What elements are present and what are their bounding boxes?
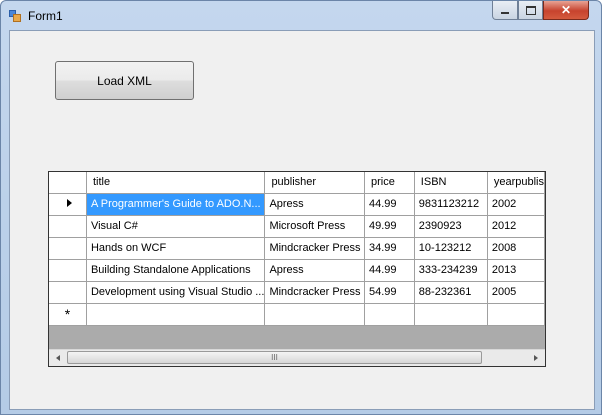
cell-title[interactable] [86, 303, 266, 326]
cell-isbn[interactable] [414, 303, 488, 326]
caption-buttons: ✕ [492, 1, 596, 21]
cell-title[interactable]: Hands on WCF [86, 237, 266, 260]
row-header[interactable] [49, 193, 87, 216]
cell-price[interactable] [364, 303, 415, 326]
cell-publisher[interactable] [264, 303, 365, 326]
column-header-price[interactable]: price [364, 172, 415, 194]
maximize-icon [525, 5, 536, 15]
cell-title[interactable]: Visual C# [86, 215, 266, 238]
maximize-button[interactable] [518, 1, 543, 20]
cell-title[interactable]: Development using Visual Studio ... [86, 281, 266, 304]
close-button[interactable]: ✕ [543, 1, 589, 20]
cell-title[interactable]: A Programmer's Guide to ADO.N... [86, 193, 266, 216]
row-header[interactable] [49, 259, 87, 282]
load-xml-button[interactable]: Load XML [55, 61, 194, 100]
cell-year[interactable] [487, 303, 545, 326]
scrollbar-thumb[interactable]: III [67, 351, 482, 364]
cell-year[interactable]: 2013 [487, 259, 545, 282]
row-header[interactable] [49, 215, 87, 238]
grid-table: title publisher price ISBN yearpublis A … [49, 172, 545, 326]
scroll-left-icon[interactable] [56, 355, 60, 361]
new-row-icon: * [64, 305, 71, 322]
cell-publisher[interactable]: Microsoft Press [264, 215, 365, 238]
cell-year[interactable]: 2008 [487, 237, 545, 260]
current-row-arrow-icon [66, 199, 72, 207]
cell-isbn[interactable]: 2390923 [414, 215, 488, 238]
cell-year[interactable]: 2005 [487, 281, 545, 304]
row-header[interactable] [49, 237, 87, 260]
cell-price[interactable]: 34.99 [364, 237, 415, 260]
cell-publisher[interactable]: Mindcracker Press [264, 281, 365, 304]
cell-price[interactable]: 44.99 [364, 193, 415, 216]
form1-window: Form1 ✕ Load XML title publisher price I… [0, 0, 602, 415]
row-header[interactable]: * [49, 303, 87, 326]
cell-title[interactable]: Building Standalone Applications [86, 259, 266, 282]
minimize-icon [501, 12, 509, 14]
cell-price[interactable]: 49.99 [364, 215, 415, 238]
cell-isbn[interactable]: 9831123212 [414, 193, 488, 216]
table-row[interactable]: Hands on WCF Mindcracker Press 34.99 10-… [49, 237, 545, 260]
cell-publisher[interactable]: Apress [264, 193, 365, 216]
horizontal-scrollbar[interactable]: III [49, 349, 545, 366]
table-row[interactable]: Building Standalone Applications Apress … [49, 259, 545, 282]
cell-isbn[interactable]: 10-123212 [414, 237, 488, 260]
cell-publisher[interactable]: Mindcracker Press [264, 237, 365, 260]
cell-isbn[interactable]: 333-234239 [414, 259, 488, 282]
minimize-button[interactable] [492, 1, 518, 20]
scroll-right-icon[interactable] [534, 355, 538, 361]
column-header-publisher[interactable]: publisher [264, 172, 365, 194]
table-row[interactable]: Visual C# Microsoft Press 49.99 2390923 … [49, 215, 545, 238]
grid-corner-header[interactable] [49, 172, 87, 194]
title-bar[interactable]: Form1 ✕ [1, 1, 601, 29]
cell-price[interactable]: 54.99 [364, 281, 415, 304]
close-icon: ✕ [560, 3, 572, 17]
window-title: Form1 [28, 9, 63, 23]
grip-icon: III [271, 352, 278, 362]
winforms-app-icon[interactable] [9, 10, 21, 22]
row-header[interactable] [49, 281, 87, 304]
column-header-yearpublished[interactable]: yearpublis [487, 172, 545, 194]
new-row[interactable]: * [49, 303, 545, 326]
data-grid-view[interactable]: title publisher price ISBN yearpublis A … [48, 171, 546, 367]
cell-year[interactable]: 2012 [487, 215, 545, 238]
cell-publisher[interactable]: Apress [264, 259, 365, 282]
column-header-isbn[interactable]: ISBN [414, 172, 488, 194]
table-row[interactable]: Development using Visual Studio ... Mind… [49, 281, 545, 304]
cell-year[interactable]: 2002 [487, 193, 545, 216]
column-header-title[interactable]: title [86, 172, 266, 194]
form-client-area: Load XML title publisher price ISBN year… [9, 30, 595, 410]
cell-price[interactable]: 44.99 [364, 259, 415, 282]
cell-isbn[interactable]: 88-232361 [414, 281, 488, 304]
table-row[interactable]: A Programmer's Guide to ADO.N... Apress … [49, 193, 545, 216]
